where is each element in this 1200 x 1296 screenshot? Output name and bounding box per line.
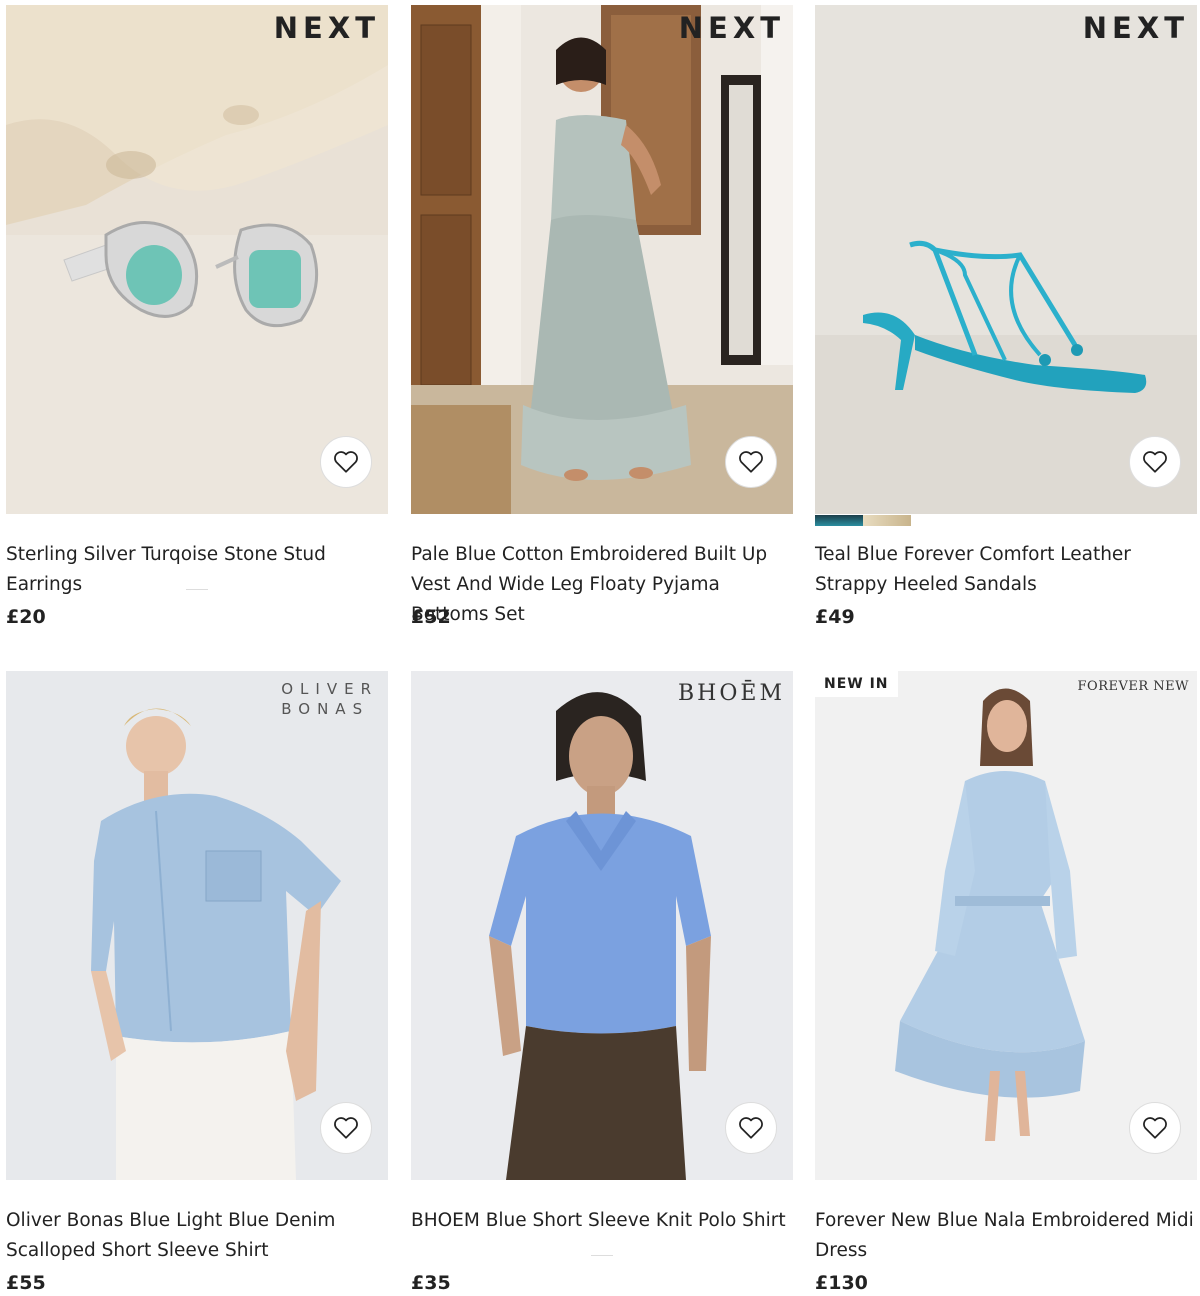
favourite-button[interactable] — [1129, 1102, 1181, 1154]
product-image[interactable]: BHOĒM — [411, 671, 793, 1180]
product-card[interactable]: OLIVER BONAS Oliver Bonas Blue Light Blu… — [6, 671, 388, 1294]
brand-logo: NEXT — [273, 11, 380, 45]
favourite-button[interactable] — [1129, 436, 1181, 488]
polo-shirt-photo — [411, 671, 793, 1180]
favourite-button[interactable] — [725, 436, 777, 488]
heart-outline-icon — [1143, 1117, 1167, 1139]
brand-logo: BHOĒM — [678, 681, 785, 706]
colour-swatch-neutral[interactable] — [863, 515, 911, 526]
divider — [591, 1255, 613, 1256]
product-title[interactable]: Pale Blue Cotton Embroidered Built Up Ve… — [411, 540, 793, 625]
new-in-badge: NEW IN — [815, 671, 898, 697]
product-image[interactable]: OLIVER BONAS — [6, 671, 388, 1180]
heart-outline-icon — [1143, 451, 1167, 473]
pyjama-set-photo — [411, 5, 793, 514]
product-title[interactable]: BHOEM Blue Short Sleeve Knit Polo Shirt — [411, 1206, 793, 1266]
brand-logo: NEXT — [1082, 11, 1189, 45]
heart-outline-icon — [739, 451, 763, 473]
denim-shirt-photo — [6, 671, 388, 1180]
product-image[interactable]: NEXT — [6, 5, 388, 514]
product-title[interactable]: Teal Blue Forever Comfort Leather Strapp… — [815, 540, 1197, 600]
product-price: £35 — [411, 1272, 451, 1294]
product-price: £49 — [815, 606, 855, 628]
favourite-button[interactable] — [725, 1102, 777, 1154]
product-image[interactable]: NEXT — [815, 5, 1197, 514]
product-title[interactable]: Forever New Blue Nala Embroidered Midi D… — [815, 1206, 1197, 1266]
product-title[interactable]: Sterling Silver Turqoise Stone Stud Earr… — [6, 540, 388, 600]
colour-swatch-teal[interactable] — [815, 515, 863, 526]
product-price: £55 — [6, 1272, 46, 1294]
midi-dress-photo — [815, 671, 1197, 1180]
product-card[interactable]: NEXT Sterling Silver Turqoise Stone Stud… — [6, 5, 388, 628]
product-card[interactable]: NEW IN FOREVER NEW Forever New Blue Nala… — [815, 671, 1197, 1294]
sandals-photo — [815, 5, 1197, 514]
product-price: £130 — [815, 1272, 868, 1294]
product-title[interactable]: Oliver Bonas Blue Light Blue Denim Scall… — [6, 1206, 388, 1266]
product-card[interactable]: NEXT Pale Blue Cotton Embroidered Built … — [411, 5, 793, 628]
heart-outline-icon — [334, 451, 358, 473]
product-card[interactable]: NEXT Teal Blue Forever Comfort Leather S… — [815, 5, 1197, 628]
brand-logo: NEXT — [678, 11, 785, 45]
brand-logo: FOREVER NEW — [1077, 679, 1189, 694]
product-price: £20 — [6, 606, 46, 628]
earrings-photo — [6, 5, 388, 514]
product-image[interactable]: NEXT — [411, 5, 793, 514]
divider — [186, 589, 208, 590]
favourite-button[interactable] — [320, 436, 372, 488]
product-image[interactable]: NEW IN FOREVER NEW — [815, 671, 1197, 1180]
product-card[interactable]: BHOĒM BHOEM Blue Short Sleeve Knit Polo … — [411, 671, 793, 1294]
colour-swatches[interactable] — [815, 515, 911, 526]
brand-logo: OLIVER BONAS — [281, 680, 378, 718]
heart-outline-icon — [334, 1117, 358, 1139]
favourite-button[interactable] — [320, 1102, 372, 1154]
heart-outline-icon — [739, 1117, 763, 1139]
